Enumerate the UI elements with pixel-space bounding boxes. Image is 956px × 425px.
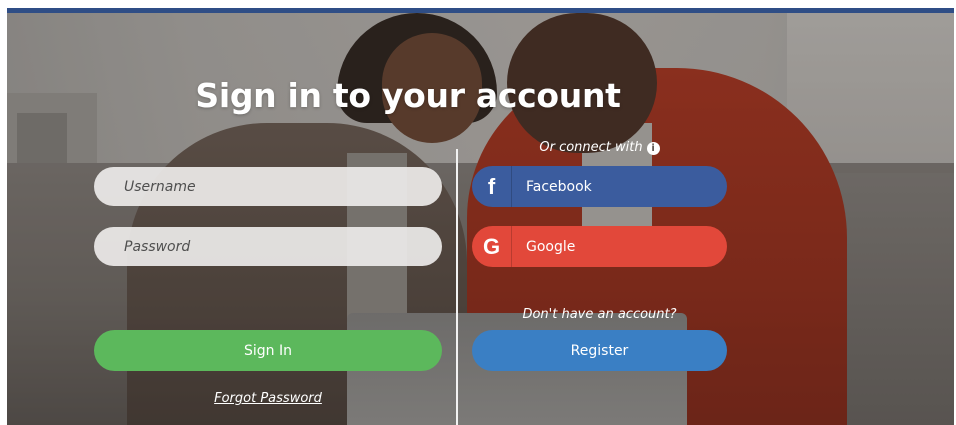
sign-in-button[interactable]: Sign In [94, 330, 442, 371]
forgot-password-link[interactable]: Forgot Password [94, 391, 442, 406]
google-icon: G [472, 226, 512, 267]
connect-with-label: Or connect with [539, 140, 643, 155]
password-input[interactable] [94, 227, 442, 266]
no-account-text: Don't have an account? [522, 307, 677, 322]
facebook-label: Facebook [526, 178, 592, 195]
facebook-icon: f [472, 166, 512, 207]
connect-with-text: Or connect with i [472, 140, 727, 155]
info-icon[interactable]: i [646, 142, 660, 155]
vertical-divider [456, 149, 458, 425]
google-button[interactable]: G Google [472, 226, 727, 267]
login-page: Sign in to your account Sign In Forgot P… [7, 8, 954, 425]
username-input[interactable] [94, 167, 442, 206]
facebook-button[interactable]: f Facebook [472, 166, 727, 207]
google-label: Google [526, 238, 576, 255]
page-title: Sign in to your account [195, 76, 621, 115]
register-button[interactable]: Register [472, 330, 727, 371]
